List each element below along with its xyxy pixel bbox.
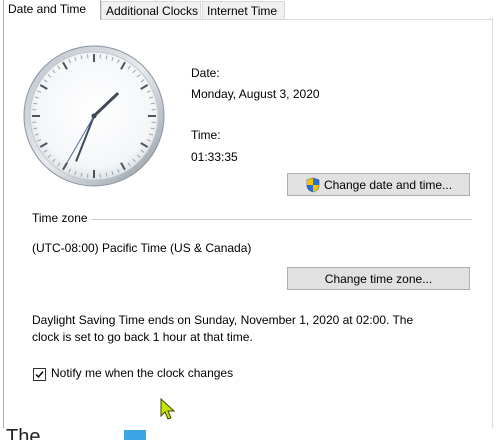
analog-clock (23, 45, 165, 187)
date-time-dialog: Date and Time Additional Clocks Internet… (0, 0, 500, 440)
tab-label: Internet Time (207, 4, 278, 18)
tab-date-and-time[interactable]: Date and Time (3, 0, 101, 20)
timezone-heading: Time zone (32, 211, 88, 225)
dialog-right-border (492, 18, 493, 428)
mouse-cursor-icon (160, 398, 176, 420)
time-value: 01:33:35 (191, 150, 238, 164)
dialog-left-border (3, 0, 4, 428)
change-date-time-button[interactable]: Change date and time... (287, 173, 470, 196)
tab-strip: Date and Time Additional Clocks Internet… (0, 0, 500, 20)
uac-shield-icon (305, 177, 321, 193)
background-window-strip: The (0, 428, 500, 440)
tab-baseline (100, 19, 493, 20)
checkmark-icon (35, 371, 44, 379)
dst-description: Daylight Saving Time ends on Sunday, Nov… (32, 312, 482, 346)
date-label: Date: (191, 66, 220, 80)
date-value: Monday, August 3, 2020 (191, 87, 320, 101)
change-timezone-label: Change time zone... (324, 271, 433, 286)
background-text: The (6, 428, 41, 440)
timezone-divider (92, 219, 472, 220)
tab-label: Additional Clocks (106, 4, 199, 18)
change-timezone-button[interactable]: Change time zone... (287, 267, 470, 290)
background-app-icon (124, 430, 146, 440)
dst-line-1: Daylight Saving Time ends on Sunday, Nov… (32, 313, 414, 327)
tab-additional-clocks[interactable]: Additional Clocks (101, 1, 201, 19)
change-date-time-label: Change date and time... (323, 177, 453, 192)
clock-center (91, 113, 97, 119)
notify-label[interactable]: Notify me when the clock changes (51, 366, 233, 380)
dst-line-2: clock is set to go back 1 hour at that t… (32, 330, 253, 344)
tab-label: Date and Time (8, 2, 87, 16)
time-label: Time: (191, 128, 221, 142)
timezone-value: (UTC-08:00) Pacific Time (US & Canada) (32, 241, 252, 255)
tab-internet-time[interactable]: Internet Time (202, 1, 285, 19)
notify-checkbox[interactable] (33, 368, 46, 381)
